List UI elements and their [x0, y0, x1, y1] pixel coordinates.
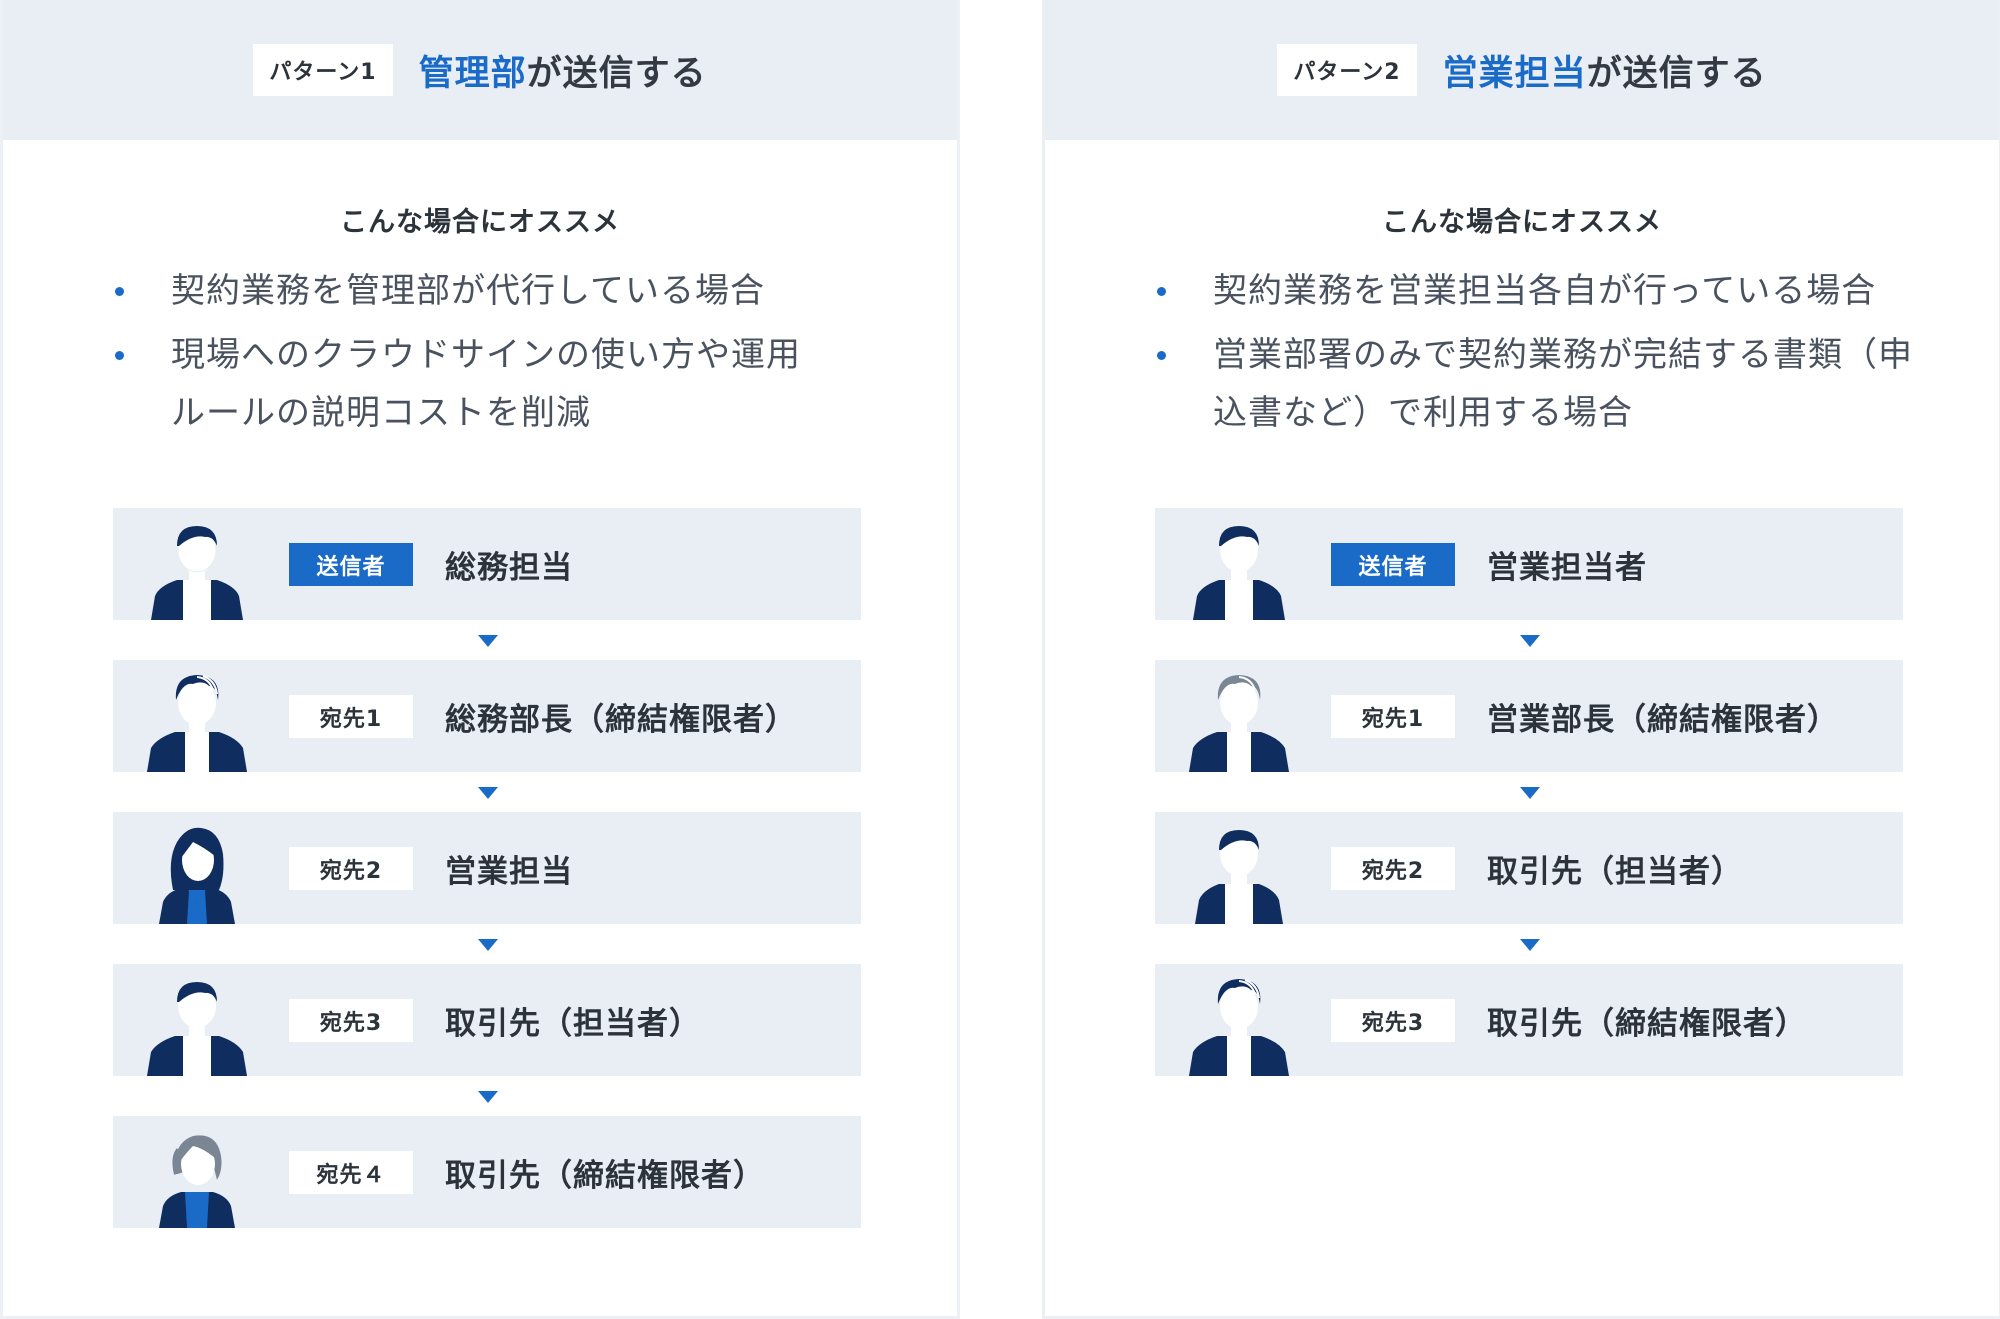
- woman-long-hair-icon: [143, 820, 251, 924]
- panel-title-accent: 営業担当: [1442, 53, 1587, 94]
- step-label: 取引先（担当者）: [445, 1005, 701, 1042]
- recipient-tag: 宛先４: [289, 1151, 413, 1194]
- flow-step: 宛先3 取引先（締結権限者）: [1155, 964, 1903, 1076]
- recommendation-title: こんな場合にオススメ: [340, 207, 620, 238]
- man-wavy-hair-icon: [143, 668, 251, 772]
- step-label: 営業担当者: [1487, 549, 1647, 586]
- recommendation-text: 契約業務を管理部が代行している場合: [171, 271, 765, 311]
- flow-step: 送信者 営業担当者: [1155, 508, 1903, 647]
- flow-step: 宛先1 営業部長（締結権限者）: [1155, 660, 1903, 799]
- pattern-1-panel: パターン1 管理部が送信する こんな場合にオススメ 契約業務を管理部が代行してい…: [0, 0, 960, 1319]
- pattern-tag: パターン2: [1277, 44, 1417, 96]
- panel-title-accent: 管理部: [418, 53, 527, 94]
- recommendation-text: 契約業務を営業担当各自が行っている場合: [1213, 271, 1877, 311]
- flow-step: 宛先3 取引先（担当者）: [113, 964, 861, 1103]
- down-arrow-icon: [1520, 635, 1540, 647]
- bullet-dot-icon: [115, 351, 124, 360]
- pattern-tag: パターン1: [253, 44, 393, 96]
- down-arrow-icon: [478, 1091, 498, 1103]
- flow-step: 宛先1 総務部長（締結権限者）: [113, 660, 861, 799]
- step-label: 取引先（担当者）: [1487, 853, 1743, 890]
- down-arrow-icon: [1520, 787, 1540, 799]
- sender-tag: 送信者: [1331, 543, 1455, 586]
- bullet-dot-icon: [1157, 351, 1166, 360]
- man-short-hair-icon: [143, 516, 251, 620]
- panel-title-rest: が送信する: [1586, 53, 1767, 94]
- recipient-tag: 宛先1: [289, 695, 413, 738]
- step-label: 総務部長（締結権限者）: [445, 701, 797, 738]
- recommendation-item: 契約業務を管理部が代行している場合: [113, 262, 933, 320]
- sending-flow: 送信者 総務担当 宛先1 総務部長（締結権限者） 宛先2 営業担当 宛先3 取引…: [113, 508, 861, 1228]
- sender-tag: 送信者: [289, 543, 413, 586]
- step-label: 取引先（締結権限者）: [1487, 1005, 1807, 1042]
- recipient-tag: 宛先2: [289, 847, 413, 890]
- flow-step: 宛先４ 取引先（締結権限者）: [113, 1116, 861, 1228]
- pattern-2-panel: パターン2 営業担当が送信する こんな場合にオススメ 契約業務を営業担当各自が行…: [1042, 0, 2000, 1319]
- flow-step: 宛先2 営業担当: [113, 812, 861, 951]
- step-label: 取引先（締結権限者）: [445, 1157, 765, 1194]
- step-label: 総務担当: [445, 549, 573, 586]
- panel-title: 管理部が送信する: [419, 45, 707, 96]
- recommendation-text: 現場へのクラウドサインの使い方や運用ルールの説明コストを削減: [171, 335, 801, 433]
- sending-flow: 送信者 営業担当者 宛先1 営業部長（締結権限者） 宛先2 取引先（担当者） 宛…: [1155, 508, 1903, 1076]
- panel-header: パターン1 管理部が送信する: [3, 0, 957, 140]
- panel-title-rest: が送信する: [526, 53, 707, 94]
- flow-step: 宛先2 取引先（担当者）: [1155, 812, 1903, 951]
- man-short-hair-icon: [1185, 820, 1293, 924]
- recommendation-item: 営業部署のみで契約業務が完結する書類（申込書など）で利用する場合: [1155, 326, 1913, 442]
- woman-gray-hair-icon: [143, 1124, 251, 1228]
- step-label: 営業担当: [445, 853, 573, 890]
- recipient-tag: 宛先3: [289, 999, 413, 1042]
- man-wavy-hair-icon: [1185, 972, 1293, 1076]
- recipient-tag: 宛先1: [1331, 695, 1455, 738]
- panel-header: パターン2 営業担当が送信する: [1045, 0, 1999, 140]
- recommendation-item: 契約業務を営業担当各自が行っている場合: [1155, 262, 1975, 320]
- recommendation-list: 契約業務を営業担当各自が行っている場合 営業部署のみで契約業務が完結する書類（申…: [1155, 262, 1975, 448]
- down-arrow-icon: [478, 787, 498, 799]
- recipient-tag: 宛先3: [1331, 999, 1455, 1042]
- recommendation-list: 契約業務を管理部が代行している場合 現場へのクラウドサインの使い方や運用ルールの…: [113, 262, 933, 448]
- recommendation-title: こんな場合にオススメ: [1382, 207, 1662, 238]
- down-arrow-icon: [478, 635, 498, 647]
- flow-step: 送信者 総務担当: [113, 508, 861, 647]
- step-label: 営業部長（締結権限者）: [1487, 701, 1839, 738]
- down-arrow-icon: [478, 939, 498, 951]
- panel-title: 営業担当が送信する: [1443, 45, 1767, 96]
- man-short-hair-icon: [143, 972, 251, 1076]
- down-arrow-icon: [1520, 939, 1540, 951]
- bullet-dot-icon: [115, 287, 124, 296]
- recipient-tag: 宛先2: [1331, 847, 1455, 890]
- man-short-hair-icon: [1185, 516, 1293, 620]
- recommendation-item: 現場へのクラウドサインの使い方や運用ルールの説明コストを削減: [113, 326, 811, 442]
- bullet-dot-icon: [1157, 287, 1166, 296]
- man-gray-hair-icon: [1185, 668, 1293, 772]
- recommendation-text: 営業部署のみで契約業務が完結する書類（申込書など）で利用する場合: [1213, 335, 1913, 433]
